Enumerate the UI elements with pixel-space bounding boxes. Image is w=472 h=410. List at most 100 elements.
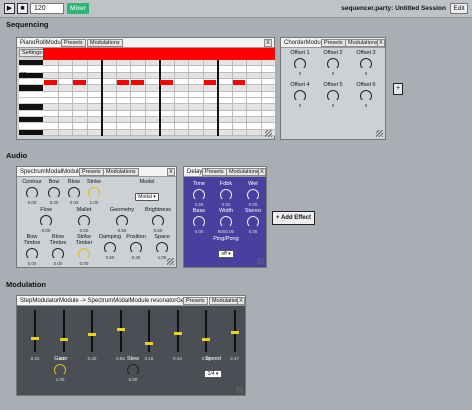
knob-dial[interactable] <box>294 90 306 102</box>
pingpong-select[interactable]: off ▾ <box>218 250 234 258</box>
step-slider[interactable]: 0.40 <box>88 310 96 361</box>
add-effect-button[interactable]: + Add Effect <box>272 211 315 225</box>
note-block[interactable] <box>73 80 86 86</box>
knob-control[interactable]: Space 1.00 <box>149 234 175 260</box>
resize-handle[interactable] <box>236 386 243 393</box>
knob-control[interactable]: Strike 1.00 <box>81 179 107 205</box>
gain-knob[interactable]: Gain 1.00 <box>45 356 75 382</box>
knob-dial[interactable] <box>40 215 52 227</box>
note-grid[interactable] <box>43 60 275 136</box>
slider-thumb[interactable] <box>173 332 182 335</box>
knob-control[interactable]: Position 0.30 <box>123 234 149 260</box>
resize-handle[interactable] <box>376 130 383 137</box>
knob-control[interactable]: Wet 0.00 <box>240 181 266 207</box>
knob-dial[interactable] <box>247 216 259 228</box>
knob-dial[interactable] <box>220 189 232 201</box>
close-button[interactable]: X <box>264 39 272 47</box>
knob-dial[interactable] <box>54 364 66 376</box>
slider-thumb[interactable] <box>116 328 125 331</box>
presets-tab[interactable]: Presets <box>321 39 346 47</box>
step-slider[interactable]: 0.44 <box>173 310 182 361</box>
knob-control[interactable]: Geometry 0.50 <box>105 207 139 233</box>
knob-control[interactable]: Mallet 0.50 <box>67 207 101 233</box>
step-slider[interactable]: 0.31 <box>31 310 39 361</box>
knob-control[interactable]: Width 8000.00 <box>213 208 239 234</box>
settings-button[interactable]: Settings <box>19 49 45 57</box>
resize-handle[interactable] <box>265 130 272 137</box>
knob-dial[interactable] <box>78 215 90 227</box>
presets-tab[interactable]: Presets <box>79 168 104 176</box>
note-block[interactable] <box>116 80 129 86</box>
knob-control[interactable]: Damping 0.50 <box>97 234 123 260</box>
knob-dial[interactable] <box>52 248 64 260</box>
modulations-tab[interactable]: Modulations <box>345 39 381 47</box>
knob-control[interactable]: Offset 2 0 <box>318 50 348 76</box>
timeline-bar[interactable] <box>43 48 275 60</box>
knob-dial[interactable] <box>156 242 168 254</box>
edit-button[interactable]: Edit <box>450 3 468 14</box>
step-slider[interactable]: 0.28 <box>202 310 210 361</box>
knob-control[interactable]: Strike Timber 0.00 <box>71 234 97 266</box>
knob-dial[interactable] <box>152 215 164 227</box>
knob-control[interactable]: Fdbk 0.50 <box>213 181 239 207</box>
note-block[interactable] <box>160 80 173 86</box>
add-module-button[interactable]: + <box>393 83 403 95</box>
resize-handle[interactable] <box>257 258 264 265</box>
piano-key[interactable] <box>19 129 43 136</box>
modulations-tab[interactable]: Modulations <box>103 168 139 176</box>
knob-control[interactable]: Offset 5 0 <box>318 82 348 108</box>
knob-dial[interactable] <box>327 58 339 70</box>
knob-dial[interactable] <box>247 189 259 201</box>
step-slider[interactable]: 0.47 <box>230 310 239 361</box>
knob-control[interactable]: Time 0.50 <box>186 181 212 207</box>
knob-dial[interactable] <box>127 364 139 376</box>
knob-dial[interactable] <box>88 187 100 199</box>
model-select[interactable]: Modal ▾ <box>135 193 159 201</box>
play-button[interactable]: ▶ <box>4 3 15 14</box>
close-button[interactable]: X <box>377 39 385 47</box>
note-block[interactable] <box>131 80 144 86</box>
knob-control[interactable]: Base 0.00 <box>186 208 212 234</box>
knob-dial[interactable] <box>220 216 232 228</box>
speed-select[interactable]: 1/4 ▾ <box>204 370 222 378</box>
slider-thumb[interactable] <box>145 342 153 345</box>
note-block[interactable] <box>44 80 57 86</box>
stop-button[interactable]: ■ <box>17 3 28 14</box>
knob-control[interactable]: Offset 3 0 <box>351 50 381 76</box>
knob-control[interactable]: Flow 0.00 <box>29 207 63 233</box>
modulations-tab[interactable]: Modulations <box>87 39 123 47</box>
knob-dial[interactable] <box>130 242 142 254</box>
knob-control[interactable]: Offset 1 0 <box>285 50 315 76</box>
step-slider[interactable]: 0.27 <box>59 310 68 361</box>
mixer-button[interactable]: Mixer <box>67 3 89 14</box>
knob-dial[interactable] <box>26 187 38 199</box>
note-block[interactable] <box>232 80 245 86</box>
modulations-tab[interactable]: Modulations <box>226 168 262 176</box>
slider-thumb[interactable] <box>88 333 96 336</box>
bpm-input[interactable]: 120 <box>30 3 64 14</box>
slew-knob[interactable]: Slew 0.00 <box>118 356 148 382</box>
step-slider[interactable]: 0.18 <box>145 310 153 361</box>
slider-thumb[interactable] <box>202 338 210 341</box>
knob-dial[interactable] <box>48 187 60 199</box>
knob-control[interactable]: Offset 4 0 <box>285 82 315 108</box>
slider-thumb[interactable] <box>31 337 39 340</box>
knob-dial[interactable] <box>327 90 339 102</box>
knob-control[interactable]: Offset 6 0 <box>351 82 381 108</box>
knob-dial[interactable] <box>193 216 205 228</box>
close-button[interactable]: X <box>258 168 266 176</box>
knob-dial[interactable] <box>68 187 80 199</box>
presets-tab[interactable]: Presets <box>183 297 208 305</box>
slider-thumb[interactable] <box>230 331 239 334</box>
knob-dial[interactable] <box>78 248 90 260</box>
knob-control[interactable]: Blow Timbre 0.00 <box>45 234 71 266</box>
step-slider[interactable]: 0.55 <box>116 310 125 361</box>
close-button[interactable]: X <box>237 297 245 305</box>
note-block[interactable] <box>203 80 216 86</box>
knob-dial[interactable] <box>360 90 372 102</box>
knob-dial[interactable] <box>360 58 372 70</box>
knob-control[interactable]: Brightness 0.50 <box>141 207 175 233</box>
knob-dial[interactable] <box>193 189 205 201</box>
knob-control[interactable]: Bow Timbre 0.00 <box>19 234 45 266</box>
presets-tab[interactable]: Presets <box>61 39 86 47</box>
